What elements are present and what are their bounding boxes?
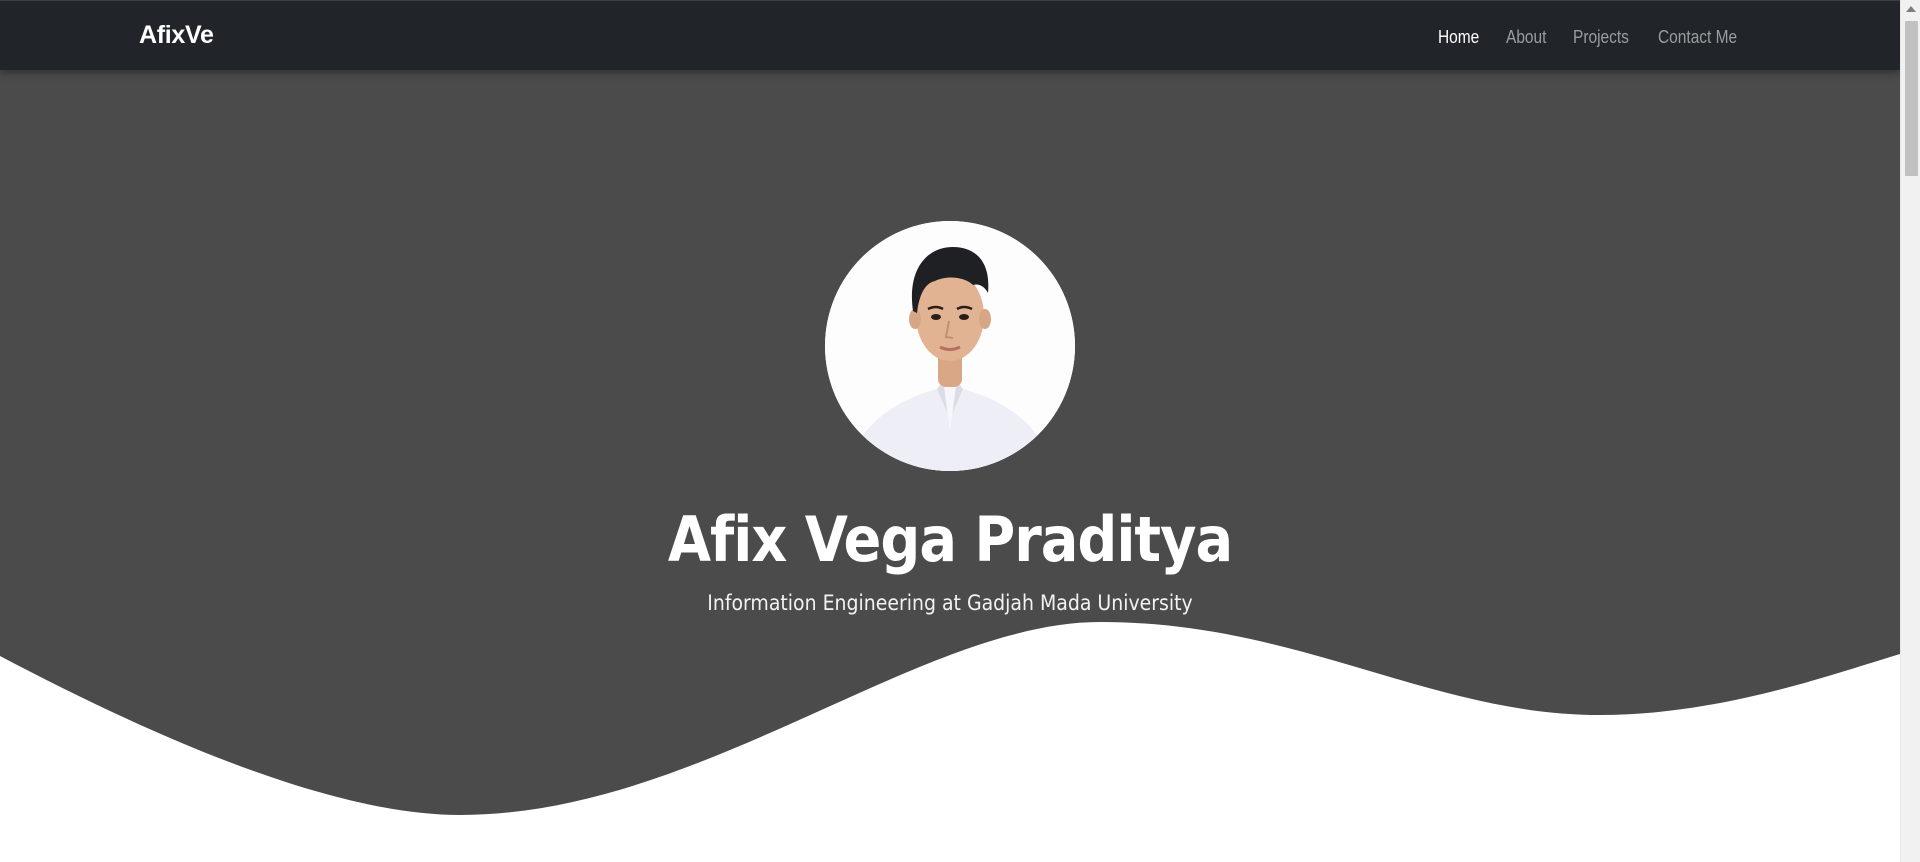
- hero-subtitle: Information Engineering at Gadjah Mada U…: [707, 591, 1193, 615]
- nav-link-contact-me[interactable]: Contact Me: [1658, 25, 1737, 49]
- brand-logo[interactable]: AfixVe: [139, 20, 214, 50]
- nav-link-home[interactable]: Home: [1438, 25, 1479, 49]
- scrollbar-thumb[interactable]: [1905, 21, 1918, 176]
- profile-avatar: [825, 221, 1075, 471]
- hero-name-heading: Afix Vega Praditya: [667, 503, 1233, 576]
- navbar: AfixVe Home About Projects Contact Me: [0, 0, 1900, 70]
- hero-section: Afix Vega Praditya Information Engineeri…: [0, 70, 1900, 862]
- scroll-up-arrow-icon[interactable]: [1906, 6, 1916, 12]
- vertical-scrollbar[interactable]: [1900, 0, 1920, 862]
- person-photo-icon: [825, 221, 1075, 471]
- nav-links: Home About Projects Contact Me: [1438, 25, 1750, 49]
- page: AfixVe Home About Projects Contact Me Af…: [0, 0, 1900, 862]
- nav-link-about[interactable]: About: [1506, 25, 1546, 49]
- nav-link-projects[interactable]: Projects: [1573, 25, 1629, 49]
